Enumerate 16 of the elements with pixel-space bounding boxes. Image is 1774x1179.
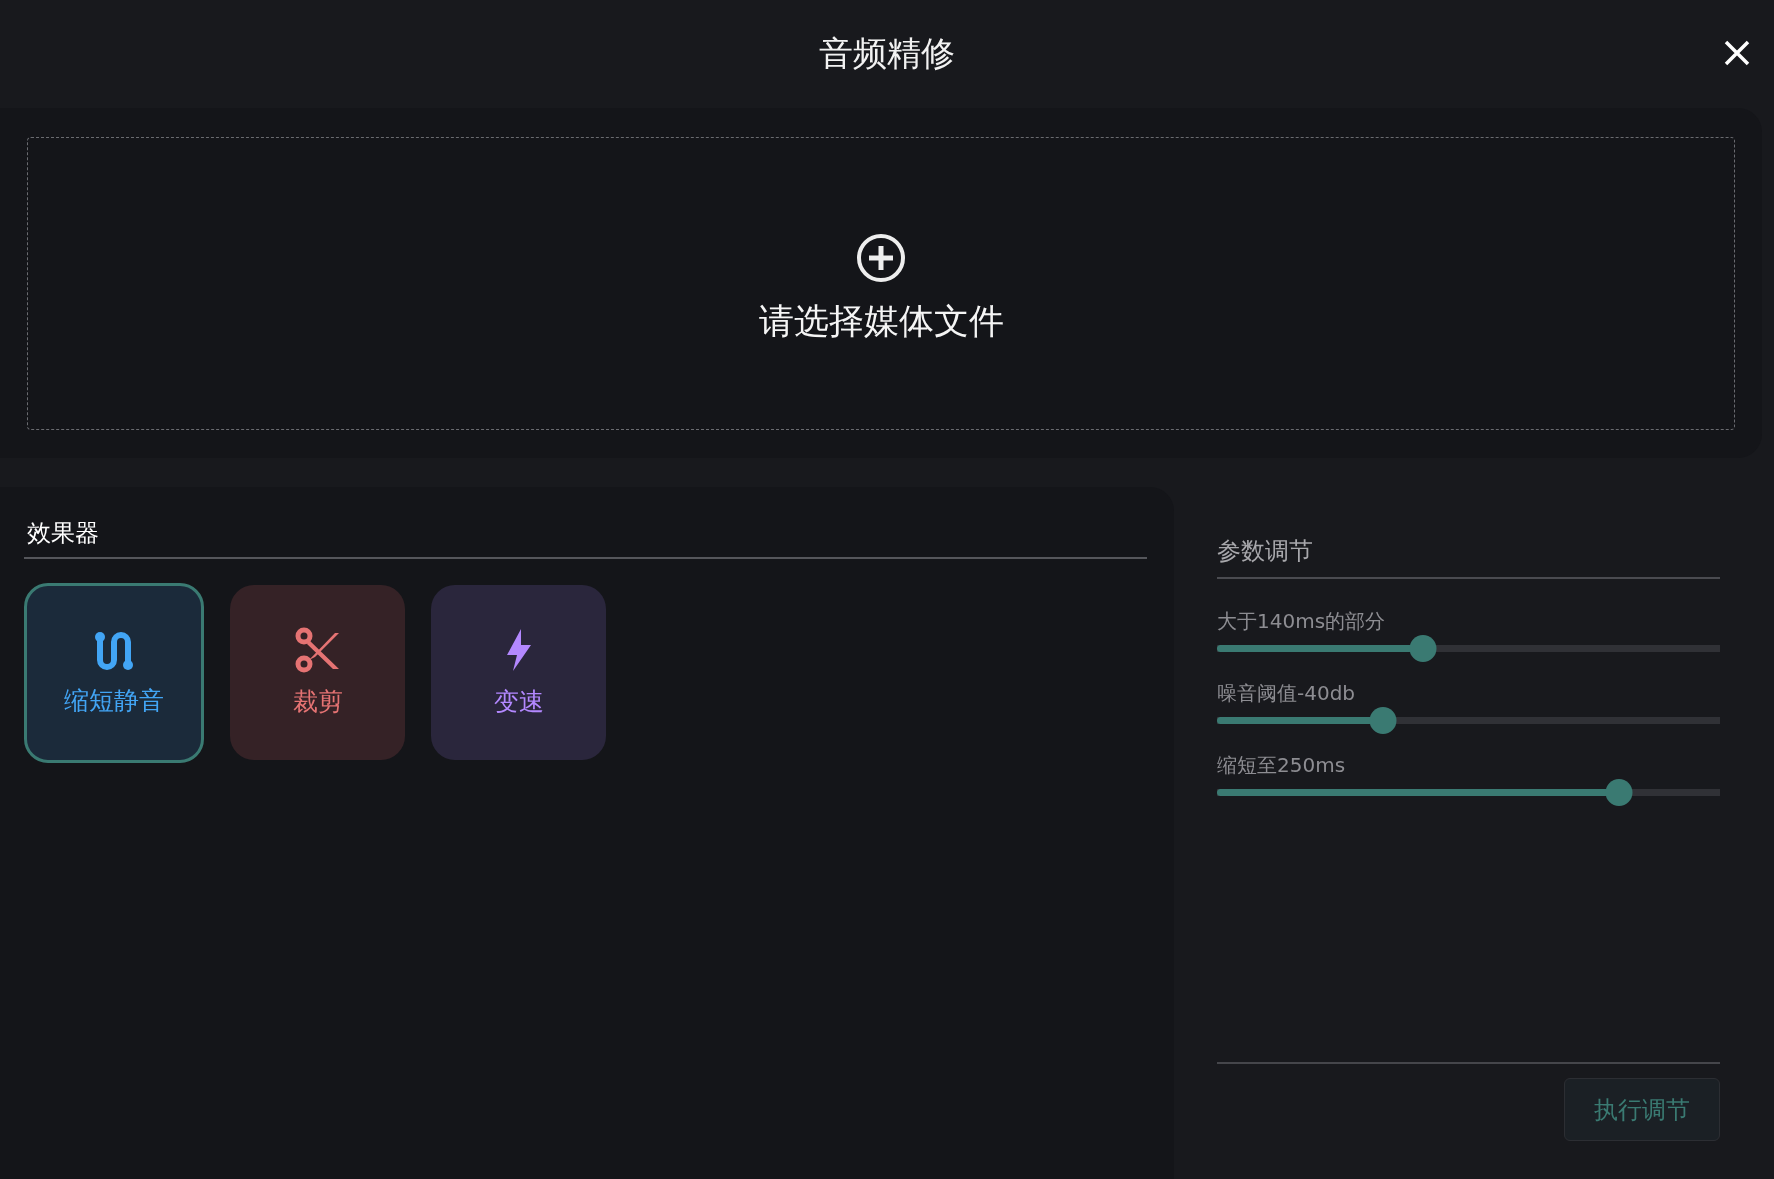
effect-button[interactable]: 裁剪 bbox=[230, 585, 405, 760]
upload-label: 请选择媒体文件 bbox=[758, 300, 1004, 343]
file-drop-zone[interactable]: 请选择媒体文件 bbox=[27, 137, 1735, 430]
slider-thumb[interactable] bbox=[1369, 707, 1397, 734]
close-icon[interactable] bbox=[1722, 38, 1752, 68]
section-title: 参数调节 bbox=[1217, 535, 1720, 579]
slider-thumb[interactable] bbox=[1409, 635, 1437, 662]
slider-label: 噪音阈值-40db bbox=[1217, 681, 1357, 705]
section-title: 效果器 bbox=[24, 517, 1147, 559]
slider-label: 缩短至250ms bbox=[1217, 753, 1347, 777]
window-title: 音频精修 bbox=[819, 32, 955, 75]
add-icon bbox=[855, 232, 907, 284]
effect-button[interactable]: 缩短静音 bbox=[24, 583, 204, 763]
slider-label: 大于140ms的部分 bbox=[1217, 609, 1387, 633]
effect-button[interactable]: 变速 bbox=[431, 585, 606, 760]
slider-thumb[interactable] bbox=[1605, 779, 1633, 806]
